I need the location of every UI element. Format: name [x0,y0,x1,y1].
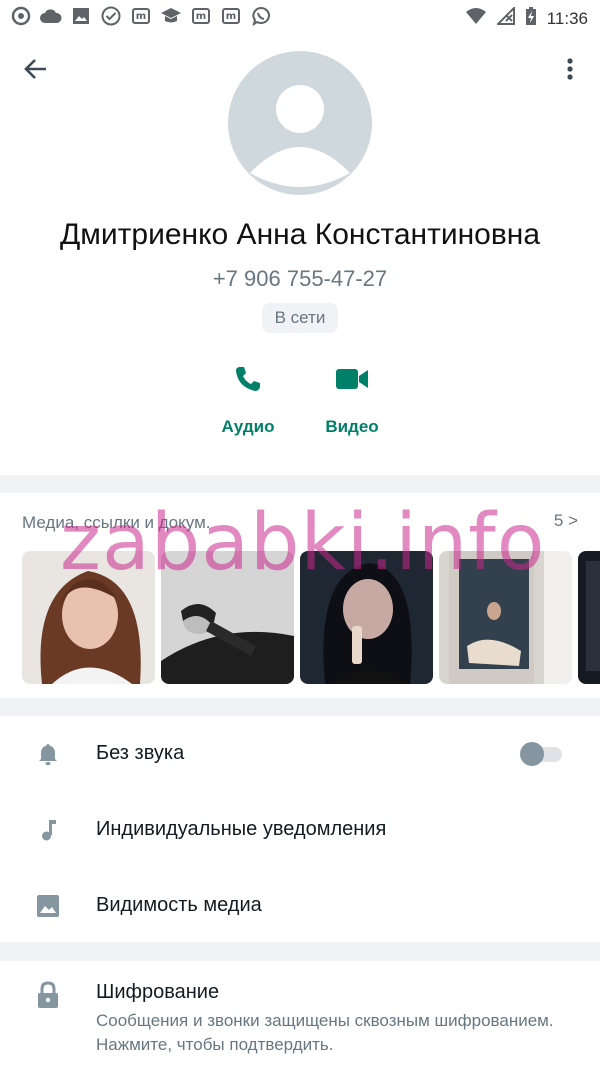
no-signal-icon [495,5,515,30]
custom-notifications-label: Индивидуальные уведомления [96,818,387,840]
media-visibility-label: Видимость медиа [96,894,262,916]
encryption-title: Шифрование [96,981,220,1003]
notification-icons: m m m [10,6,272,26]
cloud-icon [40,6,62,26]
media-thumbnail[interactable] [578,551,600,684]
more-options-icon[interactable] [558,55,582,83]
media-thumbnail[interactable] [161,551,294,684]
mute-row[interactable]: Без звука [0,716,600,792]
status-bar: m m m 11:36 [0,0,600,33]
m-icon: m [220,6,242,26]
video-camera-icon [336,369,368,389]
contact-phone: +7 906 755-47-27 [212,266,388,291]
video-call-button[interactable]: Видео [312,363,392,437]
media-section: Медиа, ссылки и докум. 5 > [0,493,600,698]
image-icon [70,6,92,26]
phone-icon [236,367,260,391]
media-section-title[interactable]: Медиа, ссылки и докум. [22,513,211,533]
media-visibility-row[interactable]: Видимость медиа [0,868,600,944]
audio-label: Аудио [221,417,275,436]
audio-call-button[interactable]: Аудио [208,363,288,437]
notification-settings: Без звука Индивидуальные уведомления Вид… [0,716,600,942]
mute-label: Без звука [96,742,185,764]
profile-header: Дмитриенко Анна Константиновна +7 906 75… [0,33,600,475]
status-badge: В сети [262,303,338,333]
image-icon [36,894,60,918]
m-icon: m [130,6,152,26]
back-arrow-icon[interactable] [22,55,50,83]
media-thumbnail[interactable] [300,551,433,684]
wifi-icon [465,7,487,30]
mute-toggle[interactable] [520,742,564,766]
check-circle-icon [100,6,122,26]
contact-name: Дмитриенко Анна Константиновна [59,218,541,251]
media-thumbnail[interactable] [439,551,572,684]
media-thumbnails [22,551,600,684]
at-icon [10,6,32,26]
media-count[interactable]: 5 > [554,511,578,531]
battery-charging-icon [525,6,537,31]
toggle-knob [520,742,544,766]
custom-notifications-row[interactable]: Индивидуальные уведомления [0,792,600,868]
music-note-icon [36,818,60,842]
video-label: Видео [325,417,379,436]
encryption-subtitle: Сообщения и звонки защищены сквозным шиф… [96,1011,554,1054]
viber-icon [250,6,272,26]
encryption-row[interactable]: Шифрование Сообщения и звонки защищены с… [0,961,600,1067]
graduation-icon [160,6,182,26]
lock-icon [36,981,60,1014]
avatar[interactable] [228,51,372,195]
default-avatar-icon [250,85,350,187]
clock: 11:36 [546,8,588,28]
system-icons: 11:36 [465,5,588,31]
m-icon: m [190,6,212,26]
media-thumbnail[interactable] [22,551,155,684]
bell-icon [36,742,60,766]
